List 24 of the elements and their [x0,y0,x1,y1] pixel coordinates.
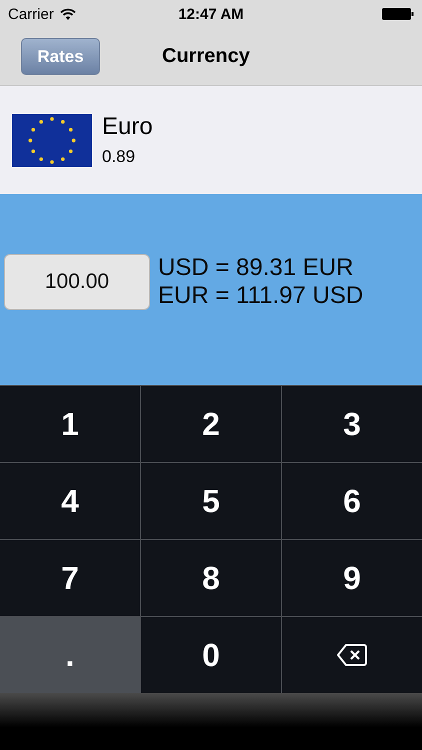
currency-row[interactable]: Euro 0.89 [0,86,422,194]
battery-icon [382,8,414,20]
amount-field[interactable]: 100.00 [4,254,150,310]
digit-key[interactable]: 8 [141,540,281,616]
flag-icon [12,114,92,166]
backspace-icon [336,643,368,667]
carrier-label: Carrier [8,6,54,22]
currency-rate: 0.89 [102,147,136,167]
backspace-key[interactable] [282,617,422,693]
screen-title: Currency [162,45,250,68]
digit-key[interactable]: 2 [141,386,281,462]
digit-key[interactable]: 0 [141,617,281,693]
digit-key[interactable]: 3 [282,386,422,462]
digit-key[interactable]: 1 [0,386,140,462]
digit-key[interactable]: 7 [0,540,140,616]
digit-key[interactable]: 5 [141,463,281,539]
digit-key[interactable]: 9 [282,540,422,616]
currency-name: Euro [102,113,153,141]
digit-key[interactable]: 4 [0,463,140,539]
digit-key[interactable]: 6 [282,463,422,539]
conversion-result: USD = 89.31 EUR [158,254,354,282]
conversion-result: EUR = 111.97 USD [158,282,364,310]
clock-time: 12:47 AM [178,6,244,22]
wifi-icon [60,8,76,20]
